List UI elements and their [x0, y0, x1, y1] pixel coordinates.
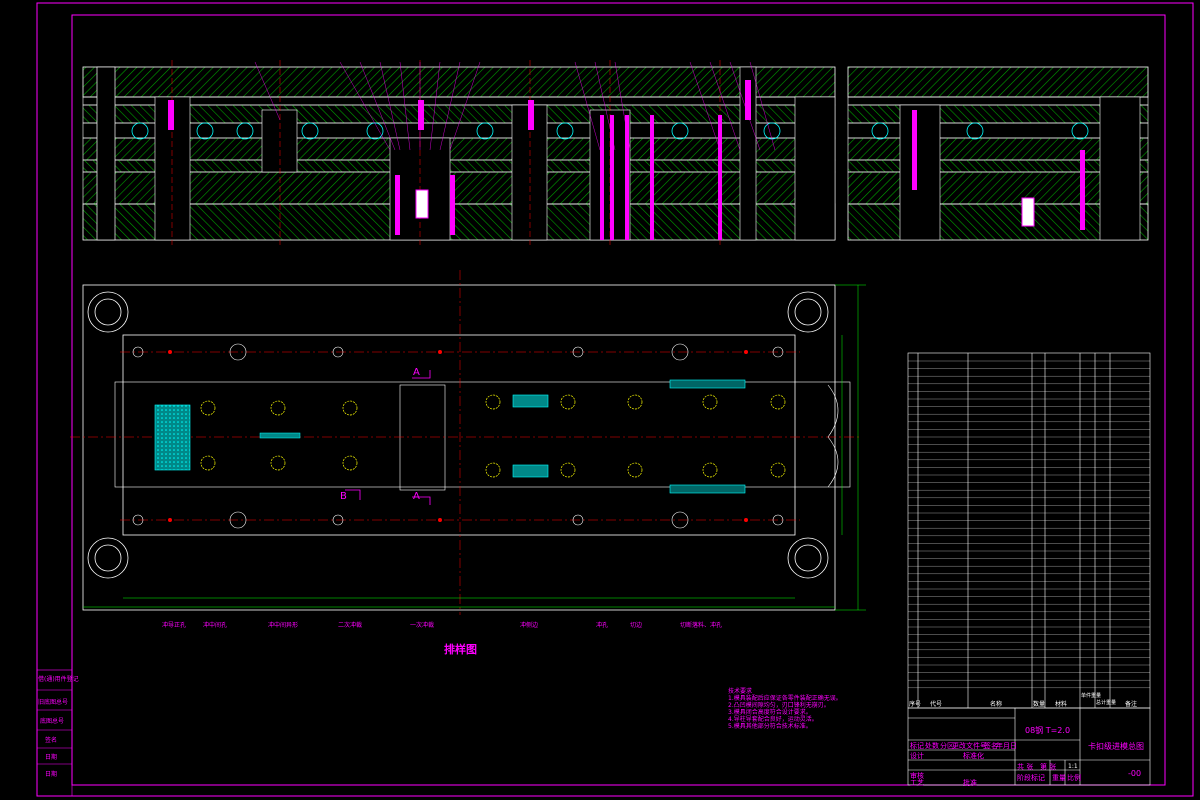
bom-table	[907, 352, 1151, 709]
strip-step-3: 冲中间异形	[268, 622, 299, 629]
strip-step-9: 切断落料、冲孔	[680, 622, 723, 629]
strip-step-8: 切边	[630, 622, 643, 629]
bom-header-total-weight: 总计重量	[1096, 700, 1117, 706]
strip-step-7: 冲孔	[596, 622, 609, 629]
tb-label-total-sheets: 共 张	[1017, 763, 1034, 771]
section-marker-a-bottom: A	[413, 491, 420, 502]
tech-req-title: 技术要求	[728, 688, 753, 695]
tb-label-standard: 标准化	[963, 752, 984, 760]
bom-header-unit-weight: 单件重量	[1081, 693, 1102, 699]
tb-label-design: 设计	[910, 752, 924, 760]
tb-label-date: 年月日	[996, 742, 1017, 750]
section-view-right	[847, 66, 1149, 241]
plan-view	[70, 270, 866, 615]
bom-header-seq: 序号	[909, 701, 922, 708]
title-drawing-no: -00	[1128, 769, 1142, 778]
bom-row-lines	[908, 360, 1150, 688]
title-part-name: 卡扣级进模总图	[1088, 742, 1144, 751]
bom-header-material: 材料	[1055, 701, 1068, 708]
section-marker-b: B	[340, 491, 347, 502]
bom-header-qty: 数量	[1033, 701, 1046, 708]
cad-drawing-canvas	[36, 2, 1194, 797]
tech-req-item: 1.模具装配后应保证各零件装配正确无误。	[728, 695, 842, 702]
bom-header-name: 名称	[990, 701, 1003, 708]
bom-header-remark: 备注	[1125, 701, 1138, 708]
tech-req-item: 3.模具闭合高度符合设计要求。	[728, 709, 812, 716]
tb-label-sheet-no: 第 张	[1040, 763, 1057, 771]
section-view-left	[82, 60, 836, 245]
tb-label-count: 处数	[925, 742, 939, 750]
tech-req-item: 4.导柱导套配合良好，运动灵活。	[728, 716, 818, 723]
tech-requirements: 技术要求 1.模具装配后应保证各零件装配正确无误。 2.凸凹模间隙均匀，刃口锋利…	[728, 688, 842, 730]
title-scale: 1:1	[1068, 763, 1078, 770]
tech-req-item: 5.模具其他部分符合技术标准。	[728, 723, 812, 730]
strip-step-5: 一次冲裁	[410, 622, 435, 629]
left-stamp-date-2: 日期	[45, 771, 58, 778]
section-marker-a-top: A	[413, 367, 420, 378]
title-material-line: 08钢 T=2.0	[1025, 726, 1071, 735]
tb-label-process: 工艺	[910, 779, 924, 787]
tb-label-change-doc: 更改文件号	[952, 742, 987, 750]
strip-step-1: 冲导正孔	[162, 622, 187, 629]
bom-header-code: 代号	[930, 701, 943, 708]
tb-label-ratio: 比例	[1067, 774, 1081, 782]
strip-step-4: 二次冲裁	[338, 622, 363, 629]
strip-step-6: 冲侧边	[520, 622, 539, 629]
tb-label-mark: 标记	[910, 742, 924, 750]
tech-req-item: 2.凸凹模间隙均匀，刃口锋利无崩刃。	[728, 702, 830, 709]
left-stamp-sign: 签名	[45, 737, 58, 744]
left-stamp-base: 底图总号	[40, 718, 65, 725]
tb-label-weight: 重量	[1052, 774, 1066, 782]
tb-label-stage: 阶段标记	[1017, 774, 1045, 782]
tb-label-approve: 批准	[963, 779, 977, 787]
strip-step-2: 冲中间孔	[203, 622, 228, 629]
left-stamp-date-1: 日期	[45, 754, 58, 761]
strip-layout-title: 排样图	[444, 643, 477, 656]
left-stamp-borrowed: 借(通)用件登记	[38, 676, 79, 683]
left-stamp-old-base: 旧底图总号	[38, 699, 69, 706]
